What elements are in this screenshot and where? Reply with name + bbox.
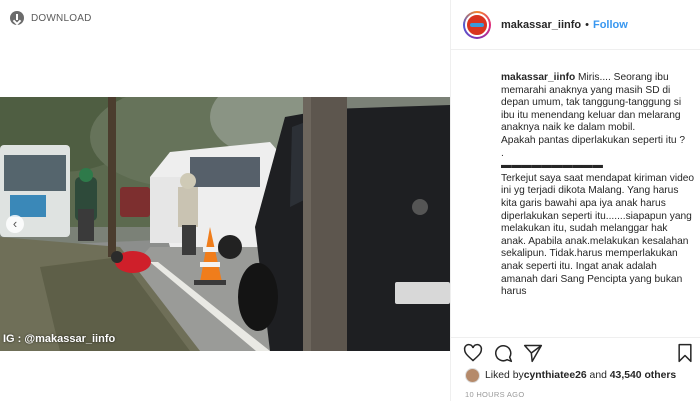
carousel-prev-button[interactable]: ‹ — [6, 215, 24, 233]
caption-username[interactable]: makassar_iinfo — [501, 72, 575, 83]
video-watermark: IG : @makassar_iinfo — [3, 333, 116, 345]
post-timestamp[interactable]: 10 HOURS AGO — [465, 390, 524, 399]
download-icon — [10, 11, 24, 25]
post-video[interactable]: ‹ IG : @makassar_iinfo — [0, 97, 450, 351]
liked-by-label: Liked by — [485, 370, 524, 381]
caption-text: Miris.... Seorang ibu memarahi anaknya y… — [501, 72, 695, 298]
post-caption: makassar_iinfo Miris.... Seorang ibu mem… — [501, 72, 695, 299]
heart-icon[interactable] — [463, 343, 483, 363]
share-icon[interactable] — [523, 343, 543, 363]
header-username[interactable]: makassar_iinfo — [501, 19, 581, 31]
media-pane: DOWNLOAD ‹ IG: @makassar_iinfo — [0, 0, 450, 401]
others-link[interactable]: 43,540 others — [610, 370, 676, 381]
video-frame — [0, 97, 450, 351]
download-button[interactable]: DOWNLOAD — [10, 11, 92, 25]
comment-icon[interactable] — [493, 343, 513, 363]
avatar[interactable] — [463, 10, 491, 39]
bookmark-icon[interactable] — [675, 343, 695, 363]
post-actions: Liked by cynthiatee26 and 43,540 others … — [451, 337, 700, 401]
header-separator: • — [585, 18, 589, 31]
likes-summary: Liked by cynthiatee26 and 43,540 others — [465, 368, 676, 383]
follow-button[interactable]: Follow — [593, 19, 628, 31]
liked-by-user[interactable]: cynthiatee26 — [524, 370, 587, 381]
post-header: makassar_iinfo • Follow — [451, 0, 700, 50]
and-label: and — [586, 370, 610, 381]
liker-avatar — [465, 368, 480, 383]
download-label: DOWNLOAD — [31, 12, 92, 24]
comments-area[interactable]: makassar_iinfo Miris.... Seorang ibu mem… — [451, 50, 700, 337]
avatar-image — [465, 12, 489, 37]
post-panel: makassar_iinfo • Follow makassar_iinfo M… — [450, 0, 700, 401]
